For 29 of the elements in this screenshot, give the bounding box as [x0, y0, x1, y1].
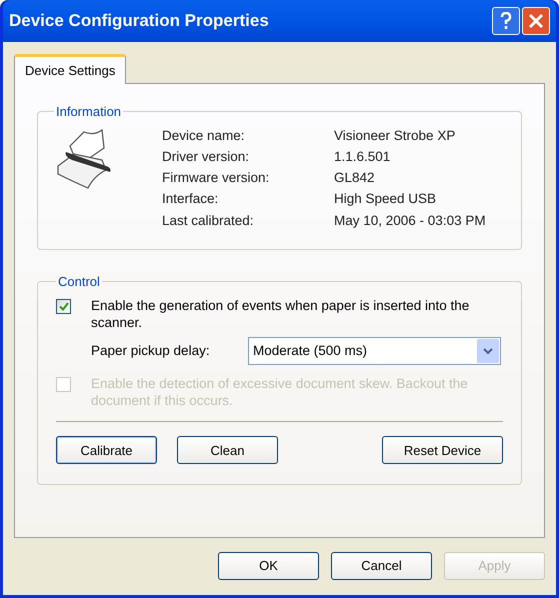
field-value: 1.1.6.501 — [334, 148, 392, 166]
field-label: Driver version: — [162, 148, 250, 166]
close-button[interactable] — [522, 7, 550, 35]
dialog-button[interactable]: Reset Device — [382, 436, 503, 464]
dialog-button[interactable]: Cancel — [331, 552, 432, 580]
close-icon — [528, 13, 544, 29]
field-value: Visioneer Strobe XP — [334, 126, 456, 144]
check-icon — [58, 302, 68, 312]
group-label: Information — [55, 103, 122, 121]
field-label: Device name: — [162, 126, 246, 144]
field-value: May 10, 2006 - 03:03 PM — [334, 212, 486, 230]
dialog-button[interactable]: OK — [218, 552, 319, 580]
checkbox-label: Enable the generation of events when paper is inserted into the scanner. — [91, 297, 470, 332]
checkbox-label: Enable the detection of excessive document skew. Backout the document if this occurs. — [91, 375, 469, 410]
dialog-button[interactable]: Clean — [177, 436, 278, 464]
field-label: Last calibrated: — [162, 212, 255, 230]
tab[interactable]: Device Settings — [14, 54, 126, 84]
dialog-button[interactable]: Calibrate — [56, 436, 157, 464]
group-label: Control — [57, 272, 101, 291]
field-value: GL842 — [334, 169, 376, 187]
question-icon — [500, 12, 512, 30]
delay-label: Paper pickup delay: — [91, 342, 211, 360]
checkbox[interactable] — [56, 299, 71, 314]
field-label: Firmware version: — [162, 169, 270, 187]
help-button[interactable] — [492, 7, 520, 35]
window-title: Device Configuration Properties — [9, 10, 270, 32]
field-label: Interface: — [162, 190, 220, 208]
field-value: High Speed USB — [334, 190, 438, 208]
delay-dropdown[interactable]: Moderate (500 ms) — [248, 337, 501, 366]
